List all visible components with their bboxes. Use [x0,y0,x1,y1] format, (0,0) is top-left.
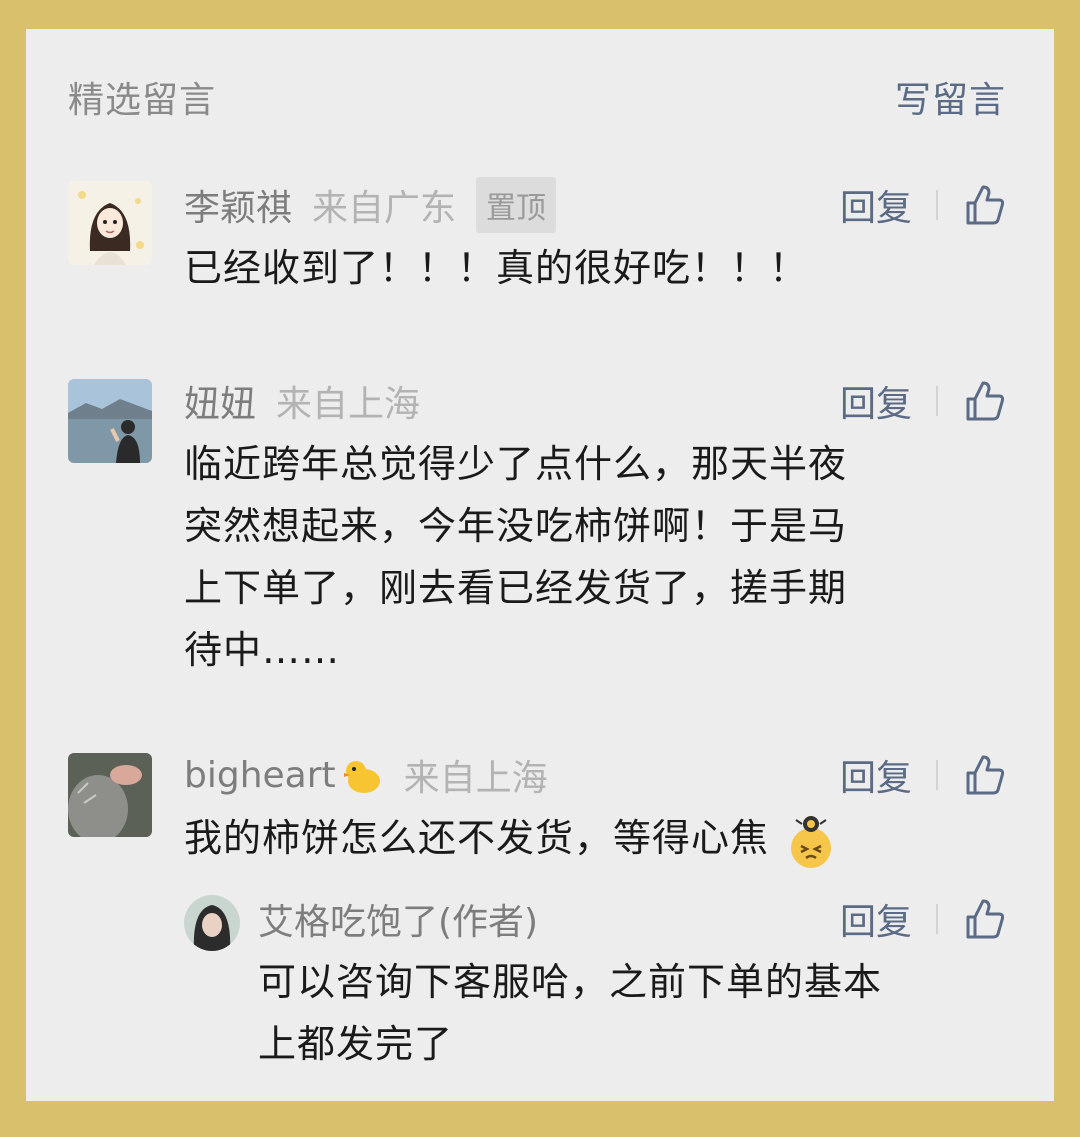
comment-actions: 回复 [840,375,1006,427]
reply-button[interactable]: 回复 [840,179,912,231]
divider [936,904,938,934]
comment-location: 来自上海 [403,758,548,799]
commenter-name: bigheart [184,754,336,796]
duck-emoji-icon [343,761,380,793]
comment-header: 妞妞 来自上海 [184,375,420,427]
comment-text: 我的柿饼怎么还不发货，等得心焦 [184,807,840,870]
reply-button[interactable]: 回复 [840,375,912,427]
thumbs-up-icon[interactable] [964,753,1006,797]
comment-line: 已经收到了！！！真的很好吃！！！ [184,246,809,290]
avatar[interactable] [68,379,152,463]
avatar-author-photo-icon [184,895,240,951]
comment-text: 已经收到了！！！真的很好吃！！！ [184,237,808,299]
write-comment-button[interactable]: 写留言 [895,71,1006,123]
avatar[interactable] [68,181,152,265]
comment-line: 我的柿饼怎么还不发货，等得心焦 [184,807,840,870]
comments-panel: 精选留言 写留言 李颖祺 来自广东 置顶 回复 已经收到了！！！真的很好吃！！！ [26,29,1054,1101]
comment-actions: 回复 [840,179,1006,231]
comment-line-text: 我的柿饼怎么还不发货，等得心焦 [184,816,770,860]
divider [936,386,938,416]
reply-line: 可以咨询下客服哈，之前下单的基本 [258,960,883,1004]
avatar-girl-drawing-icon [68,181,152,265]
reply-button[interactable]: 回复 [840,893,912,945]
reply-header: 艾格吃饱了(作者) [258,893,538,945]
comment-line: 临近跨年总觉得少了点什么，那天半夜 [184,442,848,486]
avatar[interactable] [68,753,152,837]
avatar-lake-photo-icon [68,379,152,463]
comment-line: 待中…… [184,628,341,672]
divider [936,760,938,790]
comment-line: 上下单了，刚去看已经发货了，搓手期 [184,566,848,610]
avatar-cat-photo-icon [68,753,152,837]
anxious-face-emoji-icon [791,815,832,868]
comment-text: 临近跨年总觉得少了点什么，那天半夜 突然想起来，今年没吃柿饼啊！于是马 上下单了… [184,433,847,681]
reply-line: 上都发完了 [258,1022,454,1066]
comment-header: bigheart 来自上海 [184,749,548,801]
featured-comments-title: 精选留言 [68,80,217,121]
thumbs-up-icon[interactable] [964,897,1006,941]
comment-line: 突然想起来，今年没吃柿饼啊！于是马 [184,504,848,548]
comment-location: 来自上海 [276,384,421,425]
commenter-name: 妞妞 [184,384,257,425]
reply-actions: 回复 [840,893,1006,945]
reply-button[interactable]: 回复 [840,749,912,801]
divider [936,190,938,220]
comment-actions: 回复 [840,749,1006,801]
thumbs-up-icon[interactable] [964,379,1006,423]
author-avatar[interactable] [184,895,240,951]
comment-header: 李颖祺 来自广东 置顶 [184,177,557,233]
pinned-badge: 置顶 [476,177,557,233]
reply-text: 可以咨询下客服哈，之前下单的基本 上都发完了 [258,951,882,1075]
comment-location: 来自广东 [312,188,457,229]
thumbs-up-icon[interactable] [964,183,1006,227]
commenter-name: 李颖祺 [184,188,293,229]
author-name: 艾格吃饱了(作者) [258,902,539,943]
